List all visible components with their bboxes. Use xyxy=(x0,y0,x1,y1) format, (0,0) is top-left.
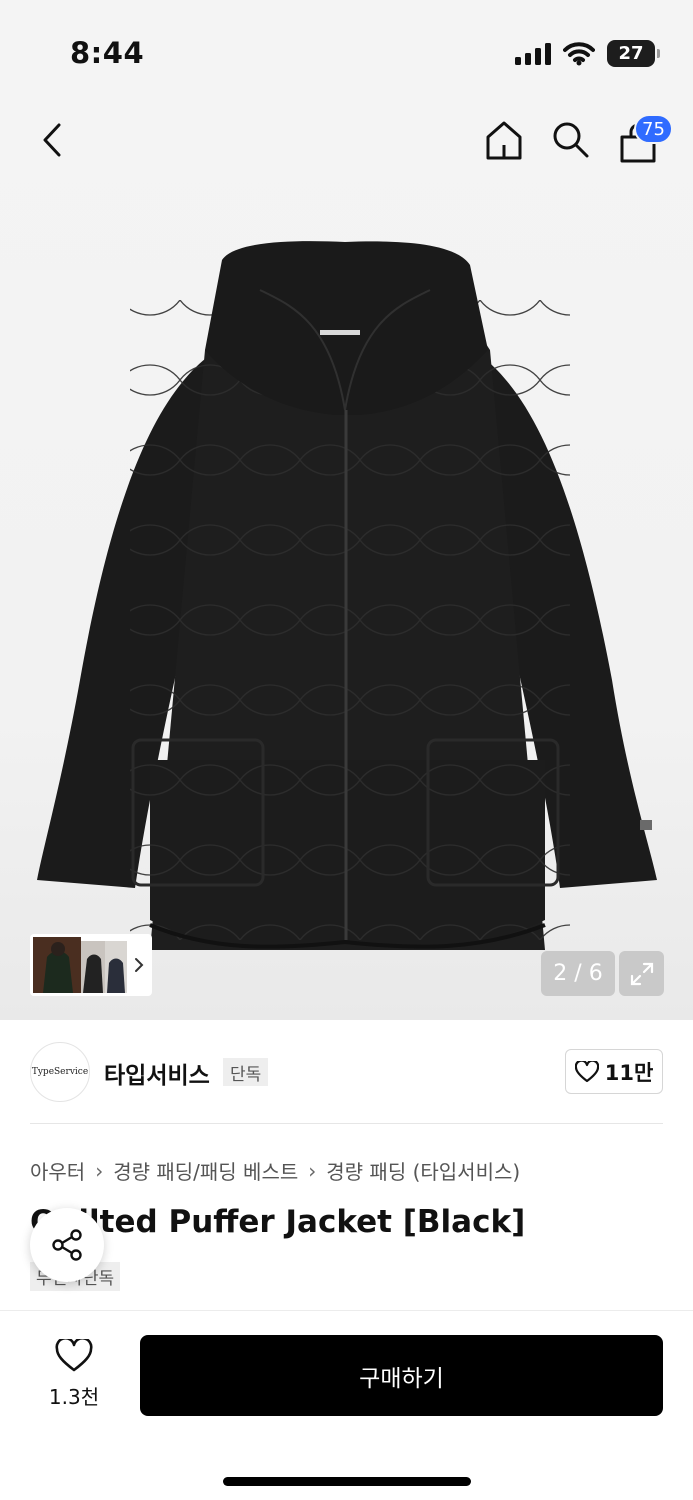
expand-icon xyxy=(630,962,653,985)
brand-name[interactable]: 타입서비스 xyxy=(104,1056,210,1090)
home-icon xyxy=(486,121,522,160)
wishlist-button[interactable]: 1.3천 xyxy=(40,1336,108,1410)
buy-button[interactable]: 구매하기 xyxy=(140,1335,663,1416)
bottom-action-bar: 1.3천 구매하기 xyxy=(0,1310,693,1500)
chevron-right-icon xyxy=(135,958,144,972)
search-icon xyxy=(553,122,589,158)
product-image xyxy=(37,241,657,950)
product-title: Quilted Puffer Jacket [Black] xyxy=(30,1204,526,1240)
home-button[interactable] xyxy=(479,115,529,165)
status-bar: 8:44 27 xyxy=(0,0,693,100)
status-indicators: 27 xyxy=(515,40,660,67)
wishlist-count: 1.3천 xyxy=(48,1385,100,1409)
battery-level: 27 xyxy=(618,43,644,64)
home-indicator xyxy=(223,1477,471,1486)
related-thumbnail-card[interactable] xyxy=(30,934,152,996)
heart-icon xyxy=(574,1060,599,1082)
breadcrumb: 아우터 › 경량 패딩/패딩 베스트 › 경량 패딩 (타입서비스) xyxy=(30,1156,520,1185)
battery-icon: 27 xyxy=(607,40,660,67)
breadcrumb-item-outer[interactable]: 아우터 xyxy=(30,1156,85,1185)
back-icon xyxy=(43,123,61,157)
breadcrumb-separator-icon: › xyxy=(308,1158,317,1183)
breadcrumb-item-light-padding[interactable]: 경량 패딩/패딩 베스트 xyxy=(113,1156,298,1185)
image-page-counter: 2 / 6 xyxy=(541,951,615,996)
brand-exclusive-tag: 단독 xyxy=(223,1058,269,1086)
heart-icon xyxy=(55,1336,93,1372)
brand-like-count: 11만 xyxy=(604,1060,654,1085)
breadcrumb-separator-icon: › xyxy=(95,1158,104,1183)
search-button[interactable] xyxy=(546,115,596,165)
back-button[interactable] xyxy=(27,115,77,165)
share-button[interactable] xyxy=(30,1208,104,1282)
brand-like-button[interactable]: 11만 xyxy=(565,1049,663,1094)
status-time: 8:44 xyxy=(70,36,145,70)
cart-count-badge: 75 xyxy=(634,114,673,144)
share-icon xyxy=(52,1229,82,1261)
product-image-gallery[interactable]: 8:44 27 75 2 / 6 xyxy=(0,0,693,1020)
brand-logo[interactable]: TypeService xyxy=(30,1042,90,1102)
signal-icon xyxy=(515,42,551,65)
brand-row: TypeService 타입서비스 단독 11만 xyxy=(30,1040,663,1104)
breadcrumb-item-brand-category[interactable]: 경량 패딩 (타입서비스) xyxy=(326,1156,520,1185)
wifi-icon xyxy=(563,41,595,65)
divider xyxy=(30,1123,663,1124)
related-thumbnail-image xyxy=(33,937,127,993)
expand-image-button[interactable] xyxy=(619,951,664,996)
